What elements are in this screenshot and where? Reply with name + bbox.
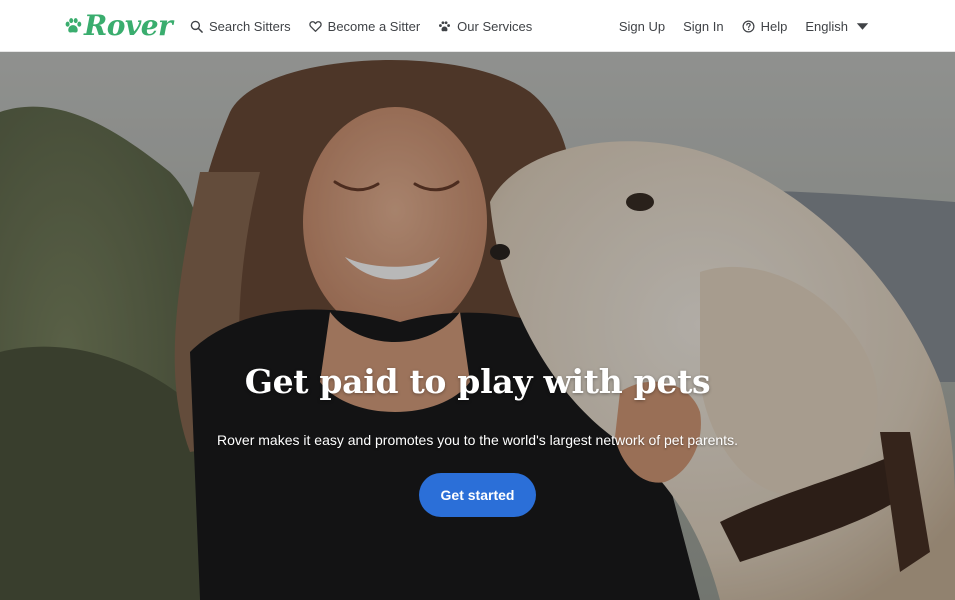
nav-search-sitters[interactable]: Search Sitters (190, 19, 291, 34)
nav-label: Become a Sitter (327, 18, 421, 34)
nav-our-services[interactable]: Our Services (438, 19, 532, 34)
get-started-button[interactable]: Get started (419, 473, 536, 517)
nav-become-a-sitter[interactable]: Become a Sitter (308, 18, 421, 34)
logo-wordmark: Rover (84, 9, 173, 42)
site-header: Rover Search Sitters Become a Sitter Our… (0, 0, 955, 52)
heart-icon (308, 20, 322, 32)
paw-icon (439, 20, 451, 31)
primary-nav: Search Sitters Become a Sitter Our Servi… (190, 0, 532, 52)
paw-logo-icon (65, 18, 82, 33)
hero-section: Get paid to play with pets Rover makes i… (0, 52, 955, 600)
caret-down-icon (856, 22, 869, 30)
language-selector[interactable]: English (805, 19, 869, 34)
hero-title: Get paid to play with pets (244, 362, 711, 401)
hero-overlay (0, 52, 955, 600)
sign-up-link[interactable]: Sign Up (619, 19, 665, 34)
nav-label: Our Services (457, 18, 533, 34)
nav-label: Search Sitters (209, 18, 291, 34)
question-circle-icon (742, 20, 755, 32)
help-link[interactable]: Help (742, 18, 788, 34)
hero-subtitle: Rover makes it easy and promotes you to … (217, 432, 738, 448)
account-nav: Sign Up Sign In Help English (619, 0, 869, 52)
rover-logo[interactable]: Rover (64, 8, 173, 44)
search-icon (190, 20, 203, 33)
help-label: Help (760, 18, 788, 34)
sign-in-link[interactable]: Sign In (683, 19, 723, 34)
language-label: English (805, 18, 848, 34)
